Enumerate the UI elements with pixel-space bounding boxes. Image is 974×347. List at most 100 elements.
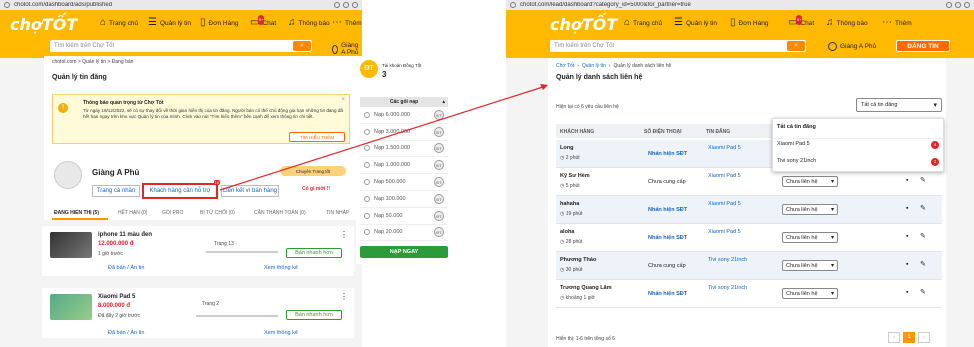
next-page-icon[interactable]: › [918,332,930,343]
more-menu-icon[interactable]: ⋮ [340,292,348,301]
pro-badge[interactable]: Chuyên Trang tốt [280,166,346,176]
ad-link[interactable]: Tivi sony 21inch [708,257,747,263]
nav-more[interactable]: ⋯ Thêm [882,18,914,28]
nav-orders[interactable]: ▯ Đơn Hàng [200,18,250,28]
ad-link[interactable]: Xiaomi Pad 5 [708,145,741,151]
status-select[interactable]: Chưa liên hệ [782,288,838,299]
nav-manage[interactable]: ☰ Quản lý tin [148,18,200,28]
package-option[interactable]: Nạp 6.000.000 ĐT [360,107,448,124]
status-select[interactable]: Chưa liên hệ [782,232,838,243]
package-option[interactable]: Nạp 500.000 ĐT [360,174,448,191]
status-select[interactable]: Chưa liên hệ [782,176,838,187]
nav-chat[interactable]: ▭ 9+ Chat [250,15,288,28]
search-input[interactable]: Tìm kiếm trên Chợ Tốt ⌕ [550,40,806,52]
nav-more[interactable]: ⋯ Thêm [332,18,362,28]
mark-sold-link[interactable]: Đã bán / Ẩn tin [108,265,144,271]
share-icon[interactable] [343,2,349,8]
search-icon[interactable]: ⌕ [787,41,805,51]
listing-card[interactable]: Xiaomi Pad 5 8.000.000 đ Đã đẩy 2 giờ tr… [42,288,354,338]
collapse-icon[interactable]: ▴ [442,99,445,105]
table-row[interactable]: aloha ◷ 28 phút Nhấn hiện SĐT Xiaomi Pad 5 C… [556,224,942,252]
table-row[interactable]: Phương Thảo ◷ 30 phút Chưa cung cấp Tivi so… [556,252,942,280]
logo[interactable]: chợTỐT [10,15,77,34]
nav-manage[interactable]: ☰ Quản lý tin [674,18,730,28]
tab-payment[interactable]: CẦN THANH TOÁN (0) [254,210,306,216]
nav-notifications[interactable]: ♫ Thông báo [288,18,332,28]
listing-thumbnail[interactable] [50,232,92,258]
edit-icon[interactable]: ✎ [920,232,926,240]
more-menu-icon[interactable]: ⋮ [340,230,348,239]
tab-rejected[interactable]: BỊ TỪ CHỐI (0) [200,210,235,216]
page-number[interactable]: 1 [903,332,915,343]
dropdown-all[interactable]: Tất cả tin đăng [777,124,816,130]
phone-cell[interactable]: Nhấn hiện SĐT [648,151,687,157]
tab-pro[interactable]: GÓI PRO [162,210,183,216]
address-bar[interactable]: chotot.com/lead/dashboard?category_id=50… [506,0,974,10]
chat-icon[interactable]: ▪ [906,177,908,184]
tab-expired[interactable]: HẾT HẠN (0) [118,210,147,216]
phone-cell[interactable]: Nhấn hiện SĐT [648,291,687,297]
table-row[interactable]: hahaha ◷ 19 phút Nhấn hiện SĐT Xiaomi Pad 5… [556,196,942,224]
tab-active[interactable]: ĐANG HIỂN THỊ (5) [54,210,99,216]
mark-sold-link[interactable]: Đã bán / Ẩn tin [108,330,144,336]
extension-icon[interactable] [334,2,340,8]
edit-icon[interactable]: ✎ [920,176,926,184]
edit-icon[interactable]: ✎ [920,204,926,212]
phone-cell[interactable]: Nhấn hiện SĐT [648,235,687,241]
stats-link[interactable]: Xem thống kê [264,265,298,271]
new-badge[interactable]: Có gì mới !! [302,186,330,192]
listing-title[interactable]: Xiaomi Pad 5 [98,294,135,300]
chat-icon[interactable]: ▪ [906,233,908,240]
tab-drafts[interactable]: TIN NHÁP [326,210,349,216]
sell-faster-button[interactable]: Bán nhanh hơn [286,310,342,320]
link-wallet-button[interactable]: Liên kết ví bán hàng [221,185,279,197]
breadcrumb-link[interactable]: Chợ Tốt [556,63,574,69]
package-option[interactable]: Nạp 100.000 ĐT [360,191,448,208]
stats-link[interactable]: Xem thống kê [264,330,298,336]
ad-filter-select[interactable]: Tất cả tin đăng ▾ [856,98,942,112]
star-icon[interactable] [964,2,970,8]
post-ad-button[interactable]: ĐĂNG TIN [896,40,950,52]
chat-icon[interactable]: ▪ [906,289,908,296]
search-icon[interactable]: ⌕ [293,41,311,51]
status-select[interactable]: Chưa liên hệ [782,204,838,215]
breadcrumb-link[interactable]: Quản lý tin [582,63,606,69]
address-bar[interactable]: chotot.com/dashboard/ads/published [0,0,362,10]
user-menu[interactable]: Giàng A Phủ [332,42,362,56]
listing-card[interactable]: iphone 11 màu đen 12.000.000 đ 1 giờ trư… [42,226,354,276]
edit-icon[interactable]: ✎ [920,260,926,268]
ad-link[interactable]: Tivi sony 21inch [708,285,747,291]
nav-home[interactable]: ⌂ Trang chủ [624,18,674,28]
table-row[interactable]: Kỹ Sư Hèm ◷ 5 phút Chưa cung cấp Xiaomi Pad… [556,168,942,196]
customer-support-button[interactable]: Khách hàng cần hỗ trợ 10 [142,180,220,199]
package-option[interactable]: Nạp 20.000 ĐT [360,225,448,242]
share-icon[interactable] [955,2,961,8]
nav-chat[interactable]: ▭ 9+ Chat [788,15,826,28]
search-input[interactable]: Tìm kiếm trên Chợ Tốt ⌕ [50,40,312,52]
dropdown-option[interactable]: Tivi sony 21inch 1 [777,158,941,170]
package-option[interactable]: Nạp 50.000 ĐT [360,208,448,225]
phone-cell[interactable]: Nhấn hiện SĐT [648,207,687,213]
listing-thumbnail[interactable] [50,294,92,320]
topup-button[interactable]: NẠP NGAY [360,246,448,258]
nav-home[interactable]: ⌂ Trang chủ [100,18,148,28]
chat-icon[interactable]: ▪ [906,205,908,212]
ad-link[interactable]: Xiaomi Pad 5 [708,229,741,235]
chat-icon[interactable]: ▪ [906,261,908,268]
prev-page-icon[interactable]: ‹ [888,332,900,343]
close-icon[interactable]: × [341,97,345,103]
dropdown-option[interactable]: Xiaomi Pad 54 [777,141,941,153]
table-row[interactable]: Trương Quang Lâm ◷ khoảng 1 giờ Nhấn hiện … [556,280,942,308]
listing-title[interactable]: iphone 11 màu đen [98,232,152,238]
nav-orders[interactable]: ▯ Đơn Hàng [730,18,788,28]
personal-page-button[interactable]: Trang cá nhân [92,185,140,197]
learn-more-button[interactable]: TÌM HIỂU THÊM [289,132,345,142]
sell-faster-button[interactable]: Bán nhanh hơn [286,248,342,258]
extension-icon[interactable] [946,2,952,8]
user-menu[interactable]: Giàng A Phủ [828,42,876,51]
nav-notifications[interactable]: ♫ Thông báo [826,18,882,28]
package-option[interactable]: Nạp 3.000.000 ĐT [360,124,448,141]
profile-avatar[interactable] [54,161,82,189]
star-icon[interactable] [352,2,358,8]
ad-link[interactable]: Xiaomi Pad 5 [708,173,741,179]
